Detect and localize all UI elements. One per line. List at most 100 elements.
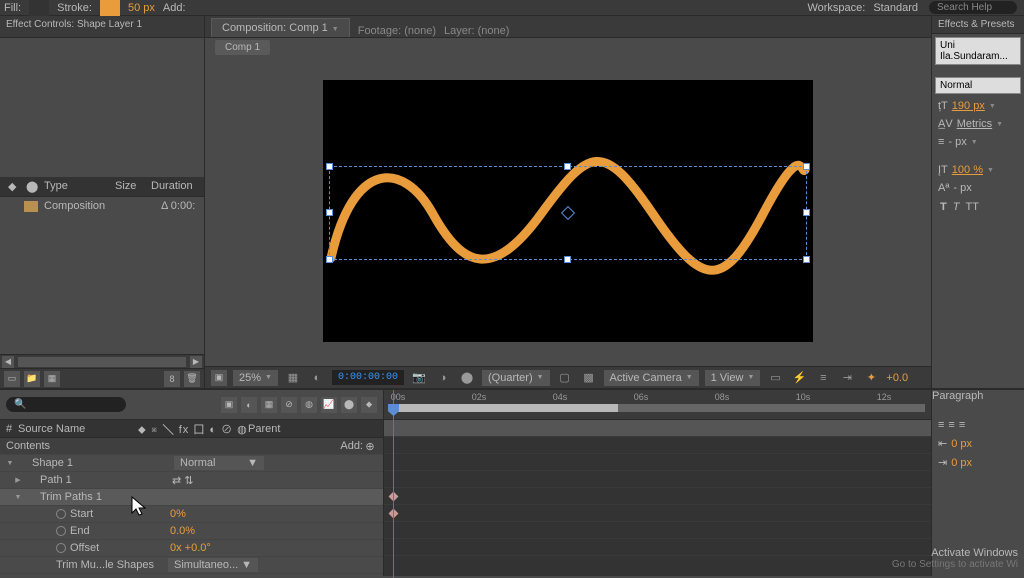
camera-dropdown[interactable]: Active Camera▼ <box>604 370 699 386</box>
offset-value[interactable]: 0x +0.0° <box>170 542 211 554</box>
snapshot-icon[interactable]: 📷 <box>410 370 428 386</box>
playhead[interactable] <box>393 390 394 578</box>
selection-bbox[interactable] <box>329 166 807 260</box>
row-contents[interactable]: Contents Add: ⊕ <box>0 438 383 455</box>
stopwatch-icon[interactable] <box>56 509 66 519</box>
twirl-icon[interactable]: ▼ <box>14 494 22 501</box>
col-size[interactable]: Size <box>111 179 141 194</box>
indent-right-value[interactable]: 0 px <box>951 457 972 469</box>
handle-sw[interactable] <box>326 256 333 263</box>
vscale-value[interactable]: 100 % <box>952 164 983 176</box>
tracking-value[interactable]: - px <box>948 136 966 148</box>
align-right-icon[interactable]: ≡ <box>959 419 965 431</box>
handle-s[interactable] <box>564 256 571 263</box>
stopwatch-icon[interactable] <box>56 526 66 536</box>
effect-controls-tab[interactable]: Effect Controls: Shape Layer 1 <box>0 16 204 38</box>
new-folder-icon[interactable]: 📁 <box>24 371 40 387</box>
roi-icon[interactable]: ▢ <box>556 370 574 386</box>
tl-tool-3[interactable]: ▦ <box>261 397 277 413</box>
zoom-dropdown[interactable]: 25%▼ <box>233 370 278 386</box>
channel-icon[interactable]: ◑ <box>434 370 452 386</box>
row-trim-multiple[interactable]: Trim Mu...le Shapes Simultaneo...▼ <box>0 557 383 574</box>
blend-mode-dropdown[interactable]: Normal▼ <box>174 456 264 470</box>
trim-multiple-dropdown[interactable]: Simultaneo...▼ <box>168 558 258 572</box>
col-parent[interactable]: Parent <box>248 423 280 435</box>
timeline-icon[interactable]: ≡ <box>814 370 832 386</box>
new-comp-icon[interactable]: ▦ <box>44 371 60 387</box>
font-style-dropdown[interactable]: Normal <box>935 77 1021 94</box>
handle-ne[interactable] <box>803 163 810 170</box>
current-time[interactable]: 0:00:00:00 <box>332 370 404 385</box>
handle-nw[interactable] <box>326 163 333 170</box>
allcaps-icon[interactable]: TT <box>965 201 978 213</box>
tl-tool-graph-icon[interactable]: 📈 <box>321 397 337 413</box>
row-offset[interactable]: Offset 0x +0.0° <box>0 540 383 557</box>
work-area[interactable] <box>390 404 618 412</box>
row-start[interactable]: Start 0% <box>0 506 383 523</box>
stroke-swatch[interactable] <box>100 0 120 16</box>
tab-layer[interactable]: Layer: (none) <box>444 25 509 37</box>
stroke-width[interactable]: 50 px <box>128 2 155 14</box>
row-shape[interactable]: ▼ Shape 1 Normal▼ <box>0 455 383 472</box>
path-direction-icon[interactable]: ⇄ ⇅ <box>172 474 194 487</box>
bold-icon[interactable]: T <box>940 201 947 213</box>
paragraph-tab[interactable]: Paragraph <box>932 390 1024 402</box>
twirl-icon[interactable]: ▼ <box>6 460 14 467</box>
scroll-right-icon[interactable]: ▶ <box>190 356 202 368</box>
transparency-icon[interactable]: ▩ <box>580 370 598 386</box>
italic-icon[interactable]: T <box>953 201 960 213</box>
tab-composition[interactable]: Composition: Comp 1▼ <box>211 18 350 37</box>
trash-icon[interactable]: 🗑 <box>184 371 200 387</box>
baseline-value[interactable]: - px <box>953 182 971 194</box>
timeline-search[interactable]: 🔍 <box>6 397 126 412</box>
scroll-thumb[interactable] <box>18 357 186 367</box>
handle-n[interactable] <box>564 163 571 170</box>
effects-presets-tab[interactable]: Effects & Presets <box>932 16 1024 34</box>
tl-tool-8[interactable]: ⬥ <box>361 397 377 413</box>
bits-icon[interactable]: 8 <box>164 371 180 387</box>
start-value[interactable]: 0% <box>170 508 186 520</box>
add-label[interactable]: Add: <box>340 440 363 452</box>
composition-viewer[interactable] <box>205 56 931 366</box>
col-type[interactable]: Type <box>40 179 105 194</box>
always-preview-icon[interactable]: ▣ <box>211 370 227 386</box>
row-trim-paths[interactable]: ▼ Trim Paths 1 <box>0 489 383 506</box>
exposure-reset-icon[interactable]: ✦ <box>862 370 880 386</box>
align-center-icon[interactable]: ≡ <box>948 419 954 431</box>
mask-icon[interactable]: ◐ <box>308 370 326 386</box>
indent-left-value[interactable]: 0 px <box>951 438 972 450</box>
add-menu-icon[interactable]: ⊕ <box>363 440 377 453</box>
search-help[interactable]: Search Help <box>929 1 1017 14</box>
scroll-left-icon[interactable]: ◀ <box>2 356 14 368</box>
tl-tool-4[interactable]: ⊘ <box>281 397 297 413</box>
align-left-icon[interactable]: ≡ <box>938 419 944 431</box>
view-dropdown[interactable]: 1 View▼ <box>705 370 761 386</box>
tl-tool-5[interactable]: ◍ <box>301 397 317 413</box>
project-item-comp[interactable]: Composition Δ 0:00: <box>0 197 204 215</box>
bin-icon[interactable]: ▭ <box>4 371 20 387</box>
project-hscroll[interactable]: ◀ ▶ <box>0 354 204 368</box>
resolution-dropdown[interactable]: (Quarter)▼ <box>482 370 550 386</box>
rgb-icon[interactable]: ⬤ <box>458 370 476 386</box>
handle-w[interactable] <box>326 209 333 216</box>
col-duration[interactable]: Duration <box>147 179 197 194</box>
exposure-value[interactable]: +0.0 <box>886 372 908 384</box>
comp-flow-icon[interactable]: ⇥ <box>838 370 856 386</box>
comp-sub-tab[interactable]: Comp 1 <box>215 40 270 55</box>
timeline-tracks[interactable] <box>384 420 931 576</box>
row-path[interactable]: ▶ Path 1 ⇄ ⇅ <box>0 472 383 489</box>
tl-tool-1[interactable]: ▣ <box>221 397 237 413</box>
stopwatch-icon[interactable] <box>56 543 66 553</box>
pixel-aspect-icon[interactable]: ▭ <box>766 370 784 386</box>
handle-se[interactable] <box>803 256 810 263</box>
fill-swatch[interactable] <box>29 0 49 16</box>
row-end[interactable]: End 0.0% <box>0 523 383 540</box>
fast-preview-icon[interactable]: ⚡ <box>790 370 808 386</box>
tl-tool-7[interactable]: ⬤ <box>341 397 357 413</box>
tl-tool-2[interactable]: ◐ <box>241 397 257 413</box>
col-source[interactable]: Source Name <box>18 423 138 435</box>
kerning-value[interactable]: Metrics <box>957 118 992 130</box>
timeline-ruler[interactable]: 00s 02s 04s 06s 08s 10s 12s <box>384 390 931 420</box>
twirl-icon[interactable]: ▶ <box>14 476 22 484</box>
font-size-value[interactable]: 190 px <box>952 100 985 112</box>
